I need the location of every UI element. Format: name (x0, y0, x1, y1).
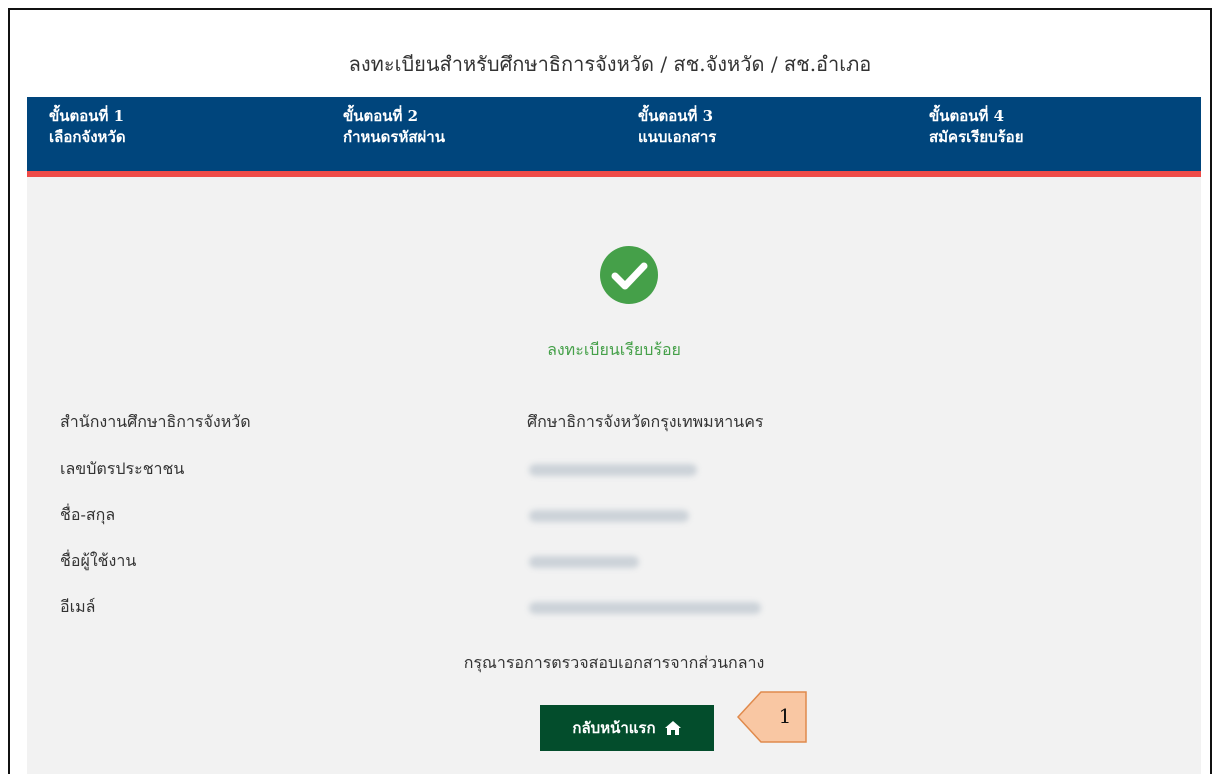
office-value: ศึกษาธิการจังหวัดกรุงเทพมหานคร (527, 412, 764, 431)
step-1-number: ขั้นตอนที่ 1 (49, 107, 125, 125)
step-3-number: ขั้นตอนที่ 3 (638, 107, 714, 125)
registration-result-panel: ลงทะเบียนเรียบร้อย สำนักงานศึกษาธิการจัง… (27, 177, 1201, 774)
office-label: สำนักงานศึกษาธิการจังหวัด (60, 412, 251, 431)
back-to-home-label: กลับหน้าแรก (572, 719, 656, 737)
step-callout: 1 (736, 691, 807, 743)
step-2: ขั้นตอนที่ 2 กำหนดรหัสผ่าน (343, 106, 445, 148)
step-4-number: ขั้นตอนที่ 4 (929, 107, 1005, 125)
callout-number: 1 (778, 704, 792, 728)
step-3: ขั้นตอนที่ 3 แนบเอกสาร (638, 106, 716, 148)
step-3-label: แนบเอกสาร (638, 128, 717, 146)
full-name-value-blurred (529, 510, 689, 522)
email-value-blurred (529, 602, 761, 614)
citizen-id-value-blurred (529, 464, 697, 476)
page-title: ลงทะเบียนสำหรับศึกษาธิการจังหวัด / สช.จั… (348, 52, 872, 76)
step-4: ขั้นตอนที่ 4 สมัครเรียบร้อย (929, 106, 1023, 148)
check-circle-icon (600, 246, 658, 304)
step-2-number: ขั้นตอนที่ 2 (343, 107, 419, 125)
step-1-label: เลือกจังหวัด (49, 128, 126, 146)
full-name-label: ชื่อ-สกุล (60, 505, 116, 524)
steps-bar: ขั้นตอนที่ 1 เลือกจังหวัด ขั้นตอนที่ 2 ก… (27, 97, 1201, 177)
back-to-home-button[interactable]: กลับหน้าแรก (540, 705, 714, 751)
username-value-blurred (529, 556, 639, 568)
pending-review-note: กรุณารอการตรวจสอบเอกสารจากส่วนกลาง (463, 653, 765, 672)
citizen-id-label: เลขบัตรประชาชน (60, 459, 185, 478)
step-2-label: กำหนดรหัสผ่าน (343, 128, 445, 146)
email-label: อีเมล์ (60, 597, 96, 616)
page-frame: ลงทะเบียนสำหรับศึกษาธิการจังหวัด / สช.จั… (8, 8, 1212, 774)
success-message: ลงทะเบียนเรียบร้อย (547, 340, 681, 359)
username-label: ชื่อผู้ใช้งาน (60, 551, 137, 570)
home-icon (664, 721, 681, 735)
step-1: ขั้นตอนที่ 1 เลือกจังหวัด (49, 106, 126, 148)
step-4-label: สมัครเรียบร้อย (929, 128, 1024, 146)
